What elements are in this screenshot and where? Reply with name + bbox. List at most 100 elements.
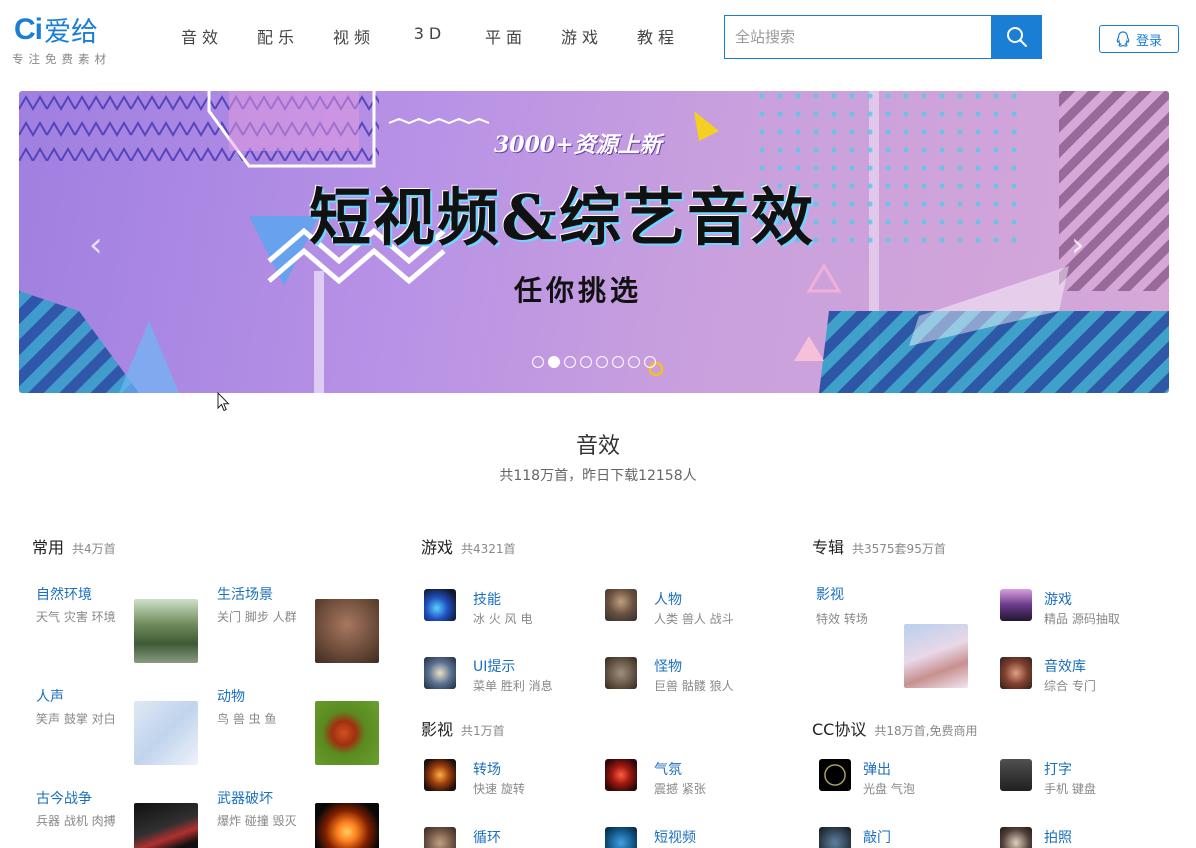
- nav-item-tutorial[interactable]: 教程: [620, 24, 696, 48]
- category-tags: 笑声 鼓掌 对白: [36, 712, 116, 726]
- category-tags: 震撼 紧张: [654, 782, 706, 796]
- banner-dot[interactable]: [596, 356, 608, 368]
- category-title[interactable]: 武器破坏: [217, 788, 297, 808]
- column-common-header[interactable]: 常用 共4万首: [32, 534, 116, 558]
- category-title[interactable]: 动物: [217, 686, 276, 706]
- column-album-header[interactable]: 专辑 共3575套95万首: [812, 534, 946, 558]
- category-tags: 冰 火 风 电: [473, 612, 533, 626]
- category-item[interactable]: UI提示 菜单 胜利 消息: [473, 656, 553, 694]
- short-video-icon[interactable]: [605, 827, 637, 848]
- category-title[interactable]: 人声: [36, 686, 116, 706]
- category-title[interactable]: 转场: [473, 759, 525, 779]
- category-title[interactable]: 拍照: [1044, 827, 1072, 847]
- banner-pagination: [532, 356, 656, 368]
- album-film-thumbnail[interactable]: [904, 624, 968, 688]
- category-item[interactable]: 技能 冰 火 风 电: [473, 589, 532, 627]
- site-logo[interactable]: Ci 爱给 专注免费素材: [12, 10, 134, 70]
- character-icon[interactable]: [605, 589, 637, 621]
- category-title[interactable]: UI提示: [473, 656, 553, 676]
- column-title: 影视: [421, 720, 454, 739]
- atmosphere-icon[interactable]: [605, 759, 637, 791]
- category-item[interactable]: 生活场景 关门 脚步 人群: [217, 584, 297, 625]
- banner-dot[interactable]: [612, 356, 624, 368]
- category-item[interactable]: 循环: [473, 827, 501, 847]
- category-item[interactable]: 怪物 巨兽 骷髅 狼人: [654, 656, 734, 694]
- banner-dot[interactable]: [644, 356, 656, 368]
- footsteps-thumbnail[interactable]: [315, 599, 379, 663]
- search-input[interactable]: [724, 15, 992, 59]
- category-title[interactable]: 怪物: [654, 656, 734, 676]
- category-title[interactable]: 自然环境: [36, 584, 116, 604]
- column-film-header[interactable]: 影视 共1万首: [421, 716, 505, 740]
- category-item[interactable]: 游戏 精品 源码抽取: [1044, 589, 1120, 627]
- category-item[interactable]: 敲门: [863, 827, 891, 847]
- camera-icon[interactable]: [1000, 827, 1032, 848]
- category-title[interactable]: 音效库: [1044, 656, 1096, 676]
- banner-dot[interactable]: [628, 356, 640, 368]
- skill-icon[interactable]: [424, 589, 456, 621]
- category-item[interactable]: 影视 特效 转场: [816, 584, 868, 627]
- category-title[interactable]: 弹出: [863, 759, 915, 779]
- category-title[interactable]: 打字: [1044, 759, 1096, 779]
- category-title[interactable]: 人物: [654, 589, 734, 609]
- column-count: 共4321首: [461, 542, 516, 556]
- category-item[interactable]: 气氛 震撼 紧张: [654, 759, 706, 797]
- column-count: 共3575套95万首: [852, 542, 946, 556]
- banner-dot[interactable]: [580, 356, 592, 368]
- nav-item-music[interactable]: 配乐: [240, 24, 316, 48]
- category-title[interactable]: 古今战争: [36, 788, 116, 808]
- album-library-icon[interactable]: [1000, 657, 1032, 689]
- loop-icon[interactable]: [424, 827, 456, 848]
- category-item[interactable]: 弹出 光盘 气泡: [863, 759, 915, 797]
- monster-icon[interactable]: [605, 657, 637, 689]
- search-box: [724, 15, 1042, 59]
- category-tags: 快速 旋转: [473, 782, 525, 796]
- category-item[interactable]: 自然环境 天气 灾害 环境: [36, 584, 116, 625]
- category-title[interactable]: 游戏: [1044, 589, 1120, 609]
- transition-icon[interactable]: [424, 759, 456, 791]
- category-title[interactable]: 敲门: [863, 827, 891, 847]
- nav-item-3d[interactable]: 3D: [392, 24, 468, 48]
- ladybug-thumbnail[interactable]: [315, 701, 379, 765]
- nav-item-video[interactable]: 视频: [316, 24, 392, 48]
- category-item[interactable]: 音效库 综合 专门: [1044, 656, 1096, 694]
- banner-prev-arrow[interactable]: ‹: [89, 225, 103, 265]
- category-item[interactable]: 转场 快速 旋转: [473, 759, 525, 797]
- category-title[interactable]: 影视: [816, 584, 868, 604]
- category-item[interactable]: 人声 笑声 鼓掌 对白: [36, 686, 116, 727]
- category-item[interactable]: 动物 鸟 兽 虫 鱼: [217, 686, 276, 727]
- nav-item-sound[interactable]: 音效: [164, 24, 240, 48]
- nature-thumbnail[interactable]: [134, 599, 198, 663]
- category-item[interactable]: 武器破坏 爆炸 碰撞 毁灭: [217, 788, 297, 829]
- category-title[interactable]: 循环: [473, 827, 501, 847]
- login-button[interactable]: 登录: [1099, 25, 1179, 53]
- knock-icon[interactable]: [819, 827, 851, 848]
- category-title[interactable]: 短视频: [654, 827, 696, 847]
- search-button[interactable]: [991, 15, 1042, 59]
- category-item[interactable]: 人物 人类 兽人 战斗: [654, 589, 734, 627]
- nav-item-graphic[interactable]: 平面: [468, 24, 544, 48]
- category-title[interactable]: 气氛: [654, 759, 706, 779]
- category-item[interactable]: 古今战争 兵器 战机 肉搏: [36, 788, 116, 829]
- banner-next-arrow[interactable]: ›: [1071, 225, 1085, 265]
- category-item[interactable]: 短视频: [654, 827, 696, 847]
- typing-icon[interactable]: [1000, 759, 1032, 791]
- explosion-thumbnail[interactable]: [315, 803, 379, 848]
- category-item[interactable]: 拍照: [1044, 827, 1072, 847]
- category-title[interactable]: 生活场景: [217, 584, 297, 604]
- column-game-header[interactable]: 游戏 共4321首: [421, 534, 516, 558]
- album-game-icon[interactable]: [1000, 589, 1032, 621]
- banner-tagline: 任你挑选: [514, 274, 643, 307]
- category-title[interactable]: 技能: [473, 589, 532, 609]
- nav-item-game[interactable]: 游戏: [544, 24, 620, 48]
- popup-icon[interactable]: [819, 759, 851, 791]
- war-thumbnail[interactable]: [134, 803, 198, 848]
- ui-alert-icon[interactable]: [424, 657, 456, 689]
- voice-thumbnail[interactable]: [134, 701, 198, 765]
- category-item[interactable]: 打字 手机 键盘: [1044, 759, 1096, 797]
- column-cc-header[interactable]: CC协议 共18万首,免费商用: [812, 716, 977, 740]
- banner-dot[interactable]: [532, 356, 544, 368]
- banner-dot[interactable]: [548, 356, 560, 368]
- banner-dot[interactable]: [564, 356, 576, 368]
- hero-banner[interactable]: 3000+资源上新 短视频&综艺音效 任你挑选 ‹ ›: [19, 91, 1169, 393]
